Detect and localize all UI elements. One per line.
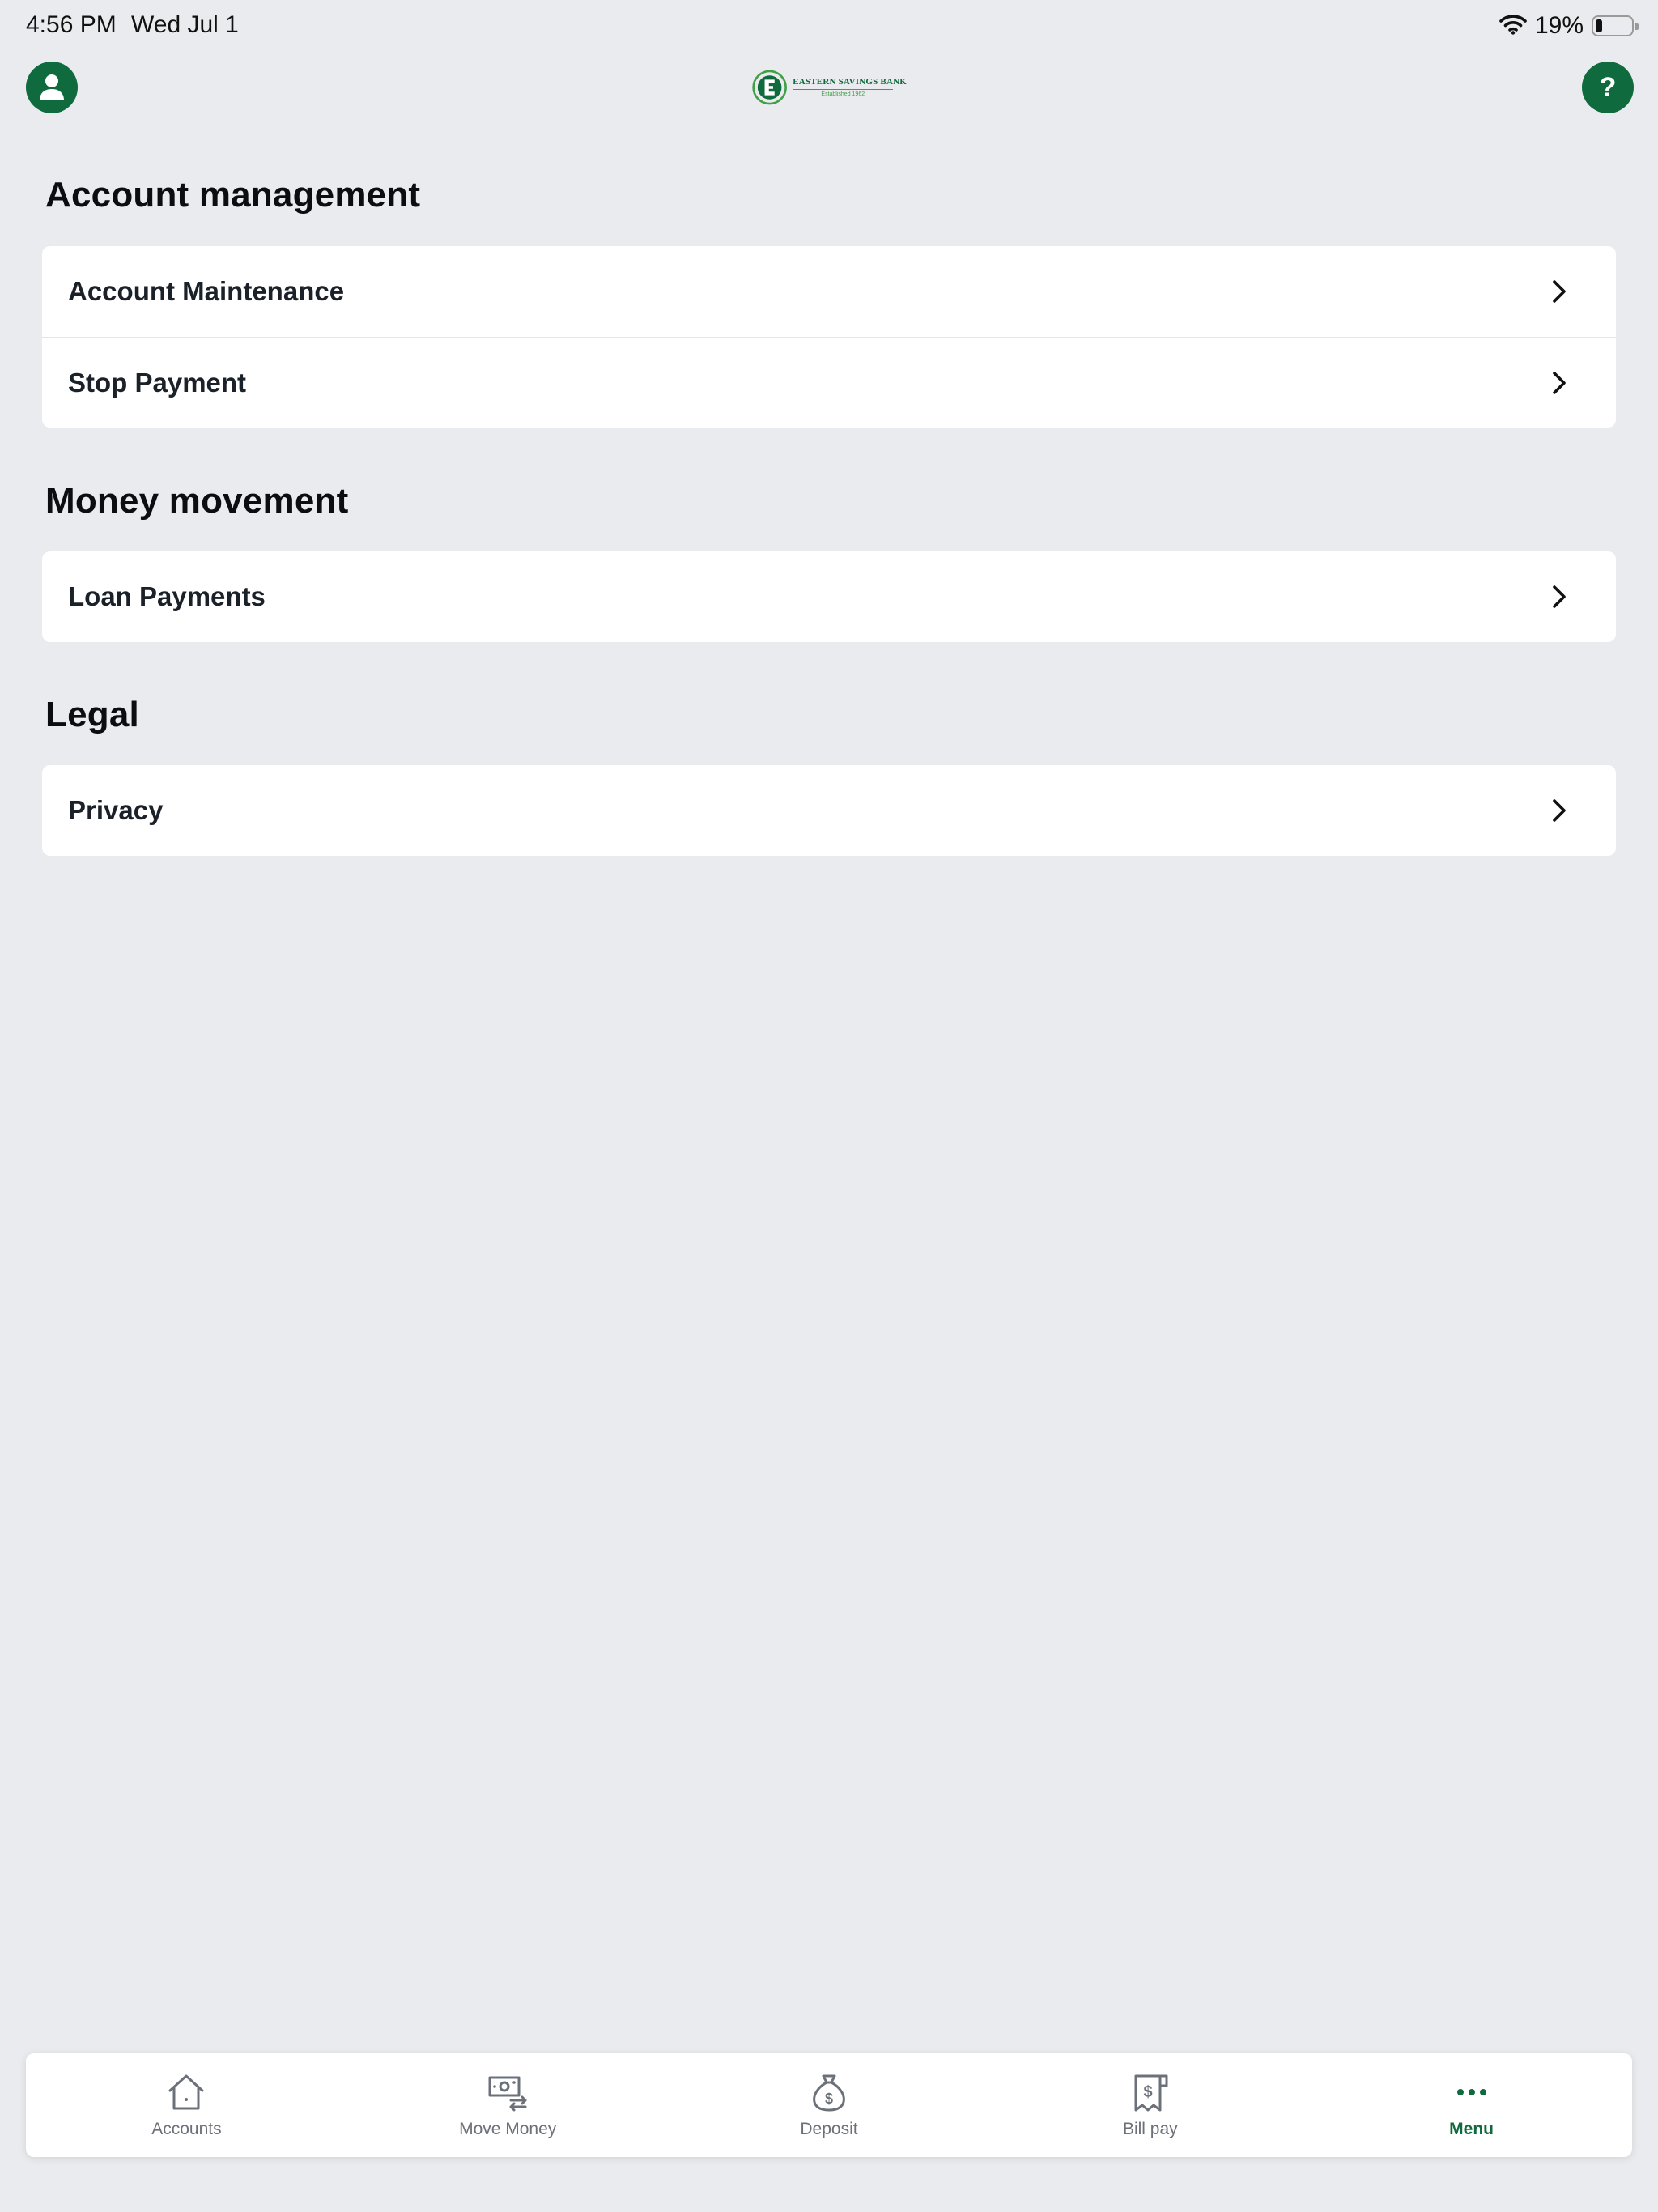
battery-percent: 19% [1534, 12, 1584, 39]
menu-item-stop-payment[interactable]: Stop Payment [42, 337, 1616, 428]
tab-bill-pay[interactable]: $ Bill pay [989, 2053, 1311, 2157]
logo-divider [793, 88, 894, 91]
chevron-right-icon [1553, 585, 1566, 608]
logo-tagline: Established 1962 [821, 91, 865, 98]
menu-item-label: Privacy [68, 795, 164, 825]
tab-deposit[interactable]: $ Deposit [669, 2053, 990, 2157]
chevron-right-icon [1553, 372, 1566, 394]
tab-label: Accounts [151, 2120, 222, 2138]
menu-item-label: Stop Payment [68, 368, 247, 398]
tab-label: Menu [1449, 2120, 1494, 2138]
help-button[interactable]: ? [1582, 62, 1634, 113]
section-title-account-management: Account management [45, 175, 421, 215]
status-bar: 4:56 PM Wed Jul 1 19% [0, 0, 1658, 52]
tab-move-money[interactable]: Move Money [347, 2053, 669, 2157]
profile-button[interactable] [26, 62, 78, 113]
logo-name: EASTERN SAVINGS BANK [793, 76, 907, 87]
bill-icon: $ [1128, 2069, 1173, 2115]
battery-level [1596, 19, 1602, 32]
tab-label: Bill pay [1122, 2120, 1178, 2138]
battery-icon [1592, 15, 1639, 36]
section-title-money-movement: Money movement [45, 481, 349, 521]
svg-text:$: $ [825, 2091, 833, 2107]
chevron-right-icon [1553, 799, 1566, 822]
money-movement-card: Loan Payments [42, 551, 1616, 642]
help-icon: ? [1592, 72, 1617, 105]
tab-bar: Accounts Move Money $ Deposit $ Bill pay… [26, 2053, 1632, 2157]
transfer-icon [485, 2069, 530, 2115]
tab-label: Move Money [459, 2120, 557, 2138]
logo-emblem-icon [752, 70, 787, 105]
menu-item-label: Loan Payments [68, 581, 266, 611]
bank-logo: EASTERN SAVINGS BANK Established 1962 [751, 65, 907, 110]
status-time: 4:56 PM [26, 11, 117, 38]
wifi-icon [1499, 14, 1527, 39]
svg-text:$: $ [1143, 2083, 1152, 2101]
tab-menu[interactable]: Menu [1311, 2053, 1632, 2157]
menu-screen: 4:56 PM Wed Jul 1 19% EASTERN SAVINGS BA… [0, 0, 1658, 2212]
menu-item-loan-payments[interactable]: Loan Payments [42, 551, 1616, 642]
section-title-legal: Legal [45, 695, 139, 734]
money-bag-icon: $ [806, 2069, 852, 2115]
status-date: Wed Jul 1 [131, 11, 239, 38]
tab-label: Deposit [800, 2120, 858, 2138]
legal-card: Privacy [42, 765, 1616, 856]
tab-accounts[interactable]: Accounts [26, 2053, 347, 2157]
account-management-card: Account Maintenance Stop Payment [42, 246, 1616, 428]
battery-cap [1635, 23, 1639, 30]
svg-text:?: ? [1600, 72, 1617, 103]
more-icon [1449, 2069, 1494, 2115]
user-icon [40, 74, 64, 100]
menu-item-label: Account Maintenance [68, 276, 345, 306]
menu-item-privacy[interactable]: Privacy [42, 765, 1616, 856]
chevron-right-icon [1553, 280, 1566, 303]
menu-item-account-maintenance[interactable]: Account Maintenance [42, 246, 1616, 337]
home-icon [164, 2069, 209, 2115]
status-indicators: 19% [1499, 10, 1639, 42]
